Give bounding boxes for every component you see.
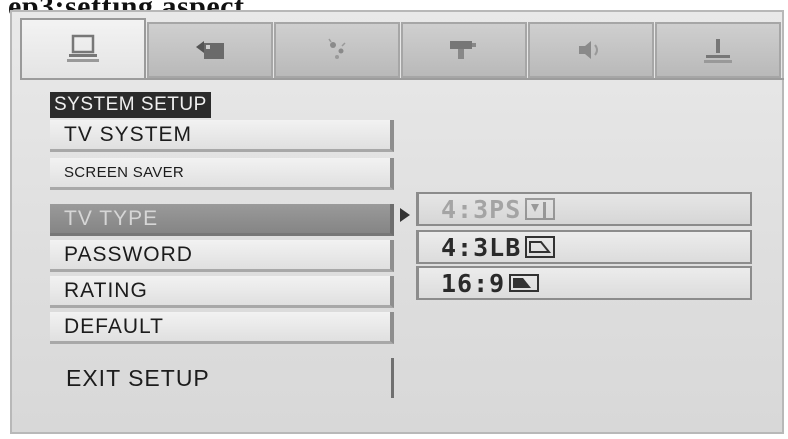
ratio-16-9-icon bbox=[509, 274, 540, 292]
tab-divider bbox=[20, 78, 784, 80]
option-16-9[interactable]: 16:9 bbox=[416, 266, 752, 300]
ratio-4-3-pan-scan-icon bbox=[525, 198, 556, 220]
option-label: 4:3PS bbox=[441, 194, 522, 224]
setup-screen: SYSTEM SETUP TV SYSTEM SCREEN SAVER TV T… bbox=[10, 10, 784, 434]
menu-item-tv-system[interactable]: TV SYSTEM bbox=[50, 120, 394, 152]
settings-tray-icon bbox=[704, 39, 732, 63]
monitor-icon bbox=[67, 34, 99, 62]
video-camera-icon bbox=[450, 41, 476, 59]
menu-item-password[interactable]: PASSWORD bbox=[50, 240, 394, 272]
option-4-3-ps[interactable]: 4:3PS bbox=[416, 192, 752, 226]
menu-item-screen-saver[interactable]: SCREEN SAVER bbox=[50, 158, 394, 190]
tab-audio[interactable] bbox=[274, 22, 400, 78]
audio-sparkle-icon bbox=[328, 38, 346, 59]
tab-preferences[interactable] bbox=[655, 22, 781, 78]
option-4-3-lb[interactable]: 4:3LB bbox=[416, 230, 752, 264]
option-label: 4:3LB bbox=[441, 232, 522, 262]
tab-video[interactable] bbox=[401, 22, 527, 78]
menu-item-tv-type[interactable]: TV TYPE bbox=[50, 204, 394, 236]
tab-speaker[interactable] bbox=[528, 22, 654, 78]
menu-item-rating[interactable]: RATING bbox=[50, 276, 394, 308]
menu-item-default[interactable]: DEFAULT bbox=[50, 312, 394, 344]
option-label: 16:9 bbox=[441, 268, 506, 298]
selection-arrow-icon bbox=[400, 208, 410, 222]
menu-header: SYSTEM SETUP bbox=[50, 92, 211, 118]
tab-system[interactable] bbox=[20, 18, 146, 80]
exit-setup-button[interactable]: EXIT SETUP bbox=[50, 358, 394, 398]
tab-strip bbox=[20, 16, 784, 80]
ratio-4-3-letterbox-icon bbox=[525, 236, 556, 258]
tab-language[interactable] bbox=[147, 22, 273, 78]
language-icon bbox=[196, 41, 224, 59]
speaker-icon bbox=[579, 41, 598, 59]
